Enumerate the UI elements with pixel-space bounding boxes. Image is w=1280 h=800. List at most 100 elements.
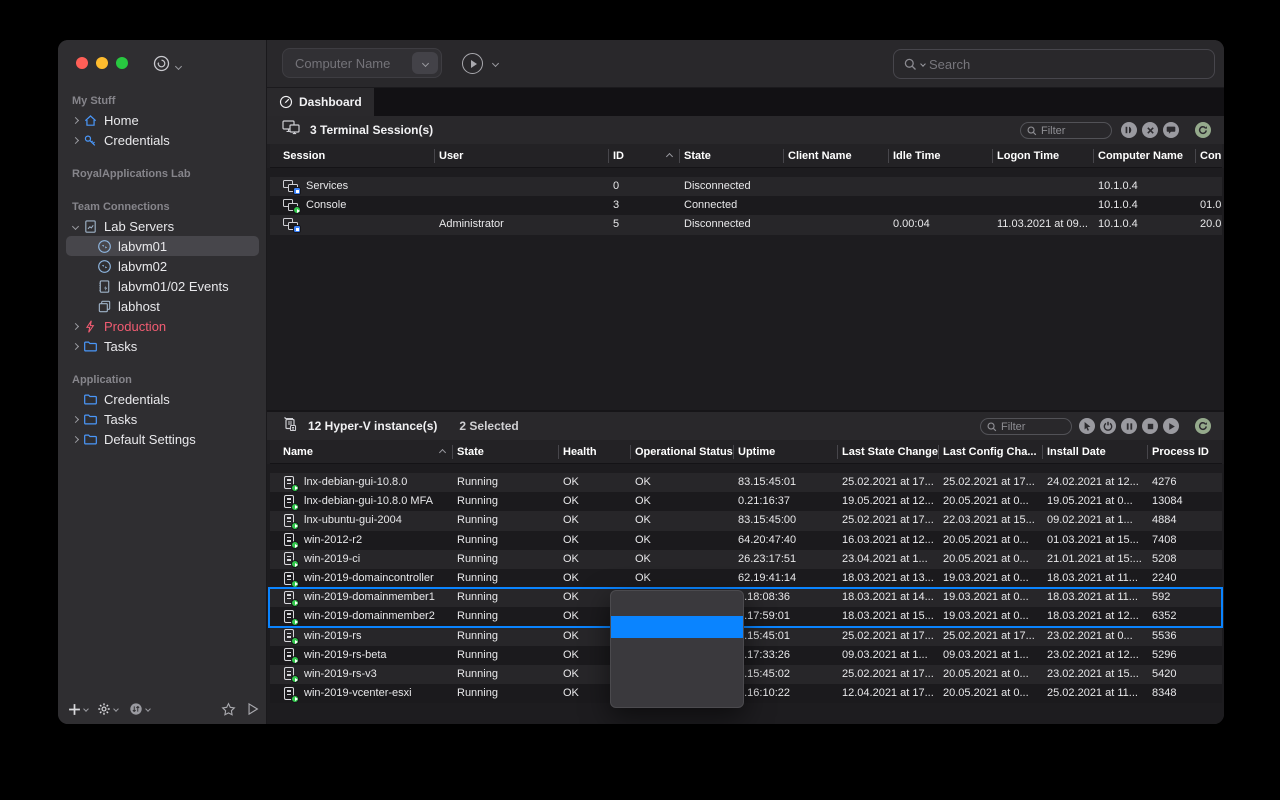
- column-header-user[interactable]: User: [434, 144, 608, 167]
- zoom-window-button[interactable]: [116, 57, 128, 69]
- tab-dashboard[interactable]: Dashboard: [267, 88, 374, 116]
- vm-icon: [283, 610, 296, 624]
- minimize-window-button[interactable]: [96, 57, 108, 69]
- hyperv-instance-row[interactable]: win-2019-rs-v3 Running OK OK 3.15:45:02 …: [270, 665, 1222, 684]
- context-menu-item[interactable]: [611, 660, 743, 682]
- column-header-logon-time[interactable]: Logon Time: [992, 144, 1093, 167]
- column-header-name[interactable]: Name: [270, 440, 452, 463]
- terminal-session-icon: [283, 218, 298, 231]
- sidebar-item-credentials[interactable]: Credentials: [58, 130, 266, 150]
- close-window-button[interactable]: [76, 57, 88, 69]
- context-menu-item[interactable]: [611, 594, 743, 616]
- sidebar-item-app-credentials[interactable]: Credentials: [58, 389, 266, 409]
- context-menu-item[interactable]: [611, 638, 743, 660]
- hyperv-instance-row[interactable]: win-2019-domainmember1 Running OK OK 2.1…: [270, 588, 1222, 607]
- hyperv-instance-row[interactable]: win-2019-domaincontroller Running OK OK …: [270, 569, 1222, 588]
- column-header-state[interactable]: State: [679, 144, 783, 167]
- send-message-button[interactable]: [1163, 122, 1179, 138]
- search-field[interactable]: [893, 49, 1215, 79]
- column-header-last-state-change[interactable]: Last State Change: [837, 440, 938, 463]
- hyperv-filter-field[interactable]: [980, 418, 1072, 435]
- column-header-install-date[interactable]: Install Date: [1042, 440, 1147, 463]
- sidebar-item-labhost[interactable]: labhost: [66, 296, 259, 316]
- folder-icon: [82, 431, 98, 447]
- sidebar-item-labvm-events[interactable]: labvm01/02 Events: [66, 276, 259, 296]
- column-header-process-id[interactable]: Process ID: [1147, 440, 1222, 463]
- chevron-down-icon: [145, 706, 151, 712]
- sidebar-item-app-tasks[interactable]: Tasks: [58, 409, 266, 429]
- chevron-right-icon[interactable]: [71, 116, 78, 123]
- tab-bar: Dashboard: [267, 88, 1224, 116]
- hyperv-instance-row[interactable]: win-2012-r2 Running OK OK 64.20:47:40 16…: [270, 531, 1222, 550]
- terminal-session-row[interactable]: Services 0 Disconnected 10.1.0.4: [270, 177, 1222, 196]
- hyperv-instance-row[interactable]: win-2019-rs Running OK OK 3.15:45:01 25.…: [270, 627, 1222, 646]
- pause-button[interactable]: [1121, 418, 1137, 434]
- column-header-state[interactable]: State: [452, 440, 558, 463]
- chevron-right-icon[interactable]: [71, 435, 78, 442]
- hyperv-table-body: lnx-debian-gui-10.8.0 Running OK OK 83.1…: [267, 464, 1224, 724]
- add-button[interactable]: [68, 703, 88, 716]
- computer-name-field[interactable]: [282, 48, 442, 78]
- sidebar-item-tasks[interactable]: Tasks: [58, 336, 266, 356]
- hyperv-instance-row[interactable]: win-2019-rs-beta Running OK OK 1.17:33:2…: [270, 646, 1222, 665]
- logoff-session-button[interactable]: [1121, 122, 1137, 138]
- sidebar-item-labvm01[interactable]: labvm01: [66, 236, 259, 256]
- favorites-button[interactable]: [221, 702, 236, 717]
- sort-options-button[interactable]: [129, 702, 150, 716]
- hyperv-icon: [282, 416, 298, 437]
- column-header-client-name[interactable]: Client Name: [783, 144, 888, 167]
- hyperv-instance-row[interactable]: lnx-ubuntu-gui-2004 Running OK OK 83.15:…: [270, 511, 1222, 530]
- chevron-right-icon[interactable]: [71, 415, 78, 422]
- connect-button[interactable]: [246, 702, 260, 716]
- hyperv-instance-row[interactable]: win-2019-domainmember2 Running OK OK 2.1…: [270, 607, 1222, 626]
- start-button[interactable]: [1163, 418, 1179, 434]
- vm-state-badge: [291, 599, 299, 607]
- column-header-uptime[interactable]: Uptime: [733, 440, 837, 463]
- search-input[interactable]: [929, 57, 1214, 72]
- context-menu-item[interactable]: [611, 682, 743, 704]
- column-header-session[interactable]: Session: [270, 144, 434, 167]
- stop-button[interactable]: [1142, 418, 1158, 434]
- hyperv-filter-input[interactable]: [1001, 421, 1071, 433]
- column-header-health[interactable]: Health: [558, 440, 630, 463]
- chevron-right-icon[interactable]: [71, 322, 78, 329]
- sidebar-item-lab-servers[interactable]: Lab Servers: [58, 216, 266, 236]
- sidebar-item-default-settings[interactable]: Default Settings: [58, 429, 266, 449]
- computer-name-dropdown-button[interactable]: [412, 52, 438, 74]
- search-icon: [1027, 126, 1037, 136]
- column-header-last-config-change[interactable]: Last Config Cha...: [938, 440, 1042, 463]
- hyperv-instance-row[interactable]: win-2019-ci Running OK OK 26.23:17:51 23…: [270, 550, 1222, 569]
- column-header-conn[interactable]: Conn: [1195, 144, 1222, 167]
- window-controls: [76, 57, 128, 69]
- chevron-down-icon[interactable]: [492, 60, 499, 67]
- connect-play-button[interactable]: [462, 53, 483, 74]
- chevron-right-icon[interactable]: [71, 342, 78, 349]
- settings-button[interactable]: [97, 702, 118, 716]
- column-header-id[interactable]: ID: [608, 144, 679, 167]
- chevron-down-icon[interactable]: [920, 61, 926, 67]
- terminal-filter-input[interactable]: [1041, 125, 1111, 137]
- connection-action-button[interactable]: [153, 55, 181, 77]
- hyperv-instance-row[interactable]: lnx-debian-gui-10.8.0 MFA Running OK OK …: [270, 492, 1222, 511]
- refresh-button[interactable]: [1195, 418, 1211, 434]
- terminal-session-row[interactable]: Administrator 5 Disconnected 0.00:04 11.…: [270, 215, 1222, 234]
- column-header-computer-name[interactable]: Computer Name: [1093, 144, 1195, 167]
- column-header-operational-status[interactable]: Operational Status: [630, 440, 733, 463]
- chevron-down-icon[interactable]: [71, 222, 78, 229]
- refresh-button[interactable]: [1195, 122, 1211, 138]
- terminal-session-row[interactable]: Console 3 Connected 10.1.0.4 01.03: [270, 196, 1222, 215]
- hyperv-instance-row[interactable]: lnx-debian-gui-10.8.0 Running OK OK 83.1…: [270, 473, 1222, 492]
- sidebar-item-production[interactable]: Production: [58, 316, 266, 336]
- vm-state-badge: [291, 580, 299, 588]
- terminal-filter-field[interactable]: [1020, 122, 1112, 139]
- sidebar-item-home[interactable]: Home: [58, 110, 266, 130]
- shutdown-button[interactable]: [1100, 418, 1116, 434]
- sidebar-item-labvm02[interactable]: labvm02: [66, 256, 259, 276]
- disconnect-session-button[interactable]: [1142, 122, 1158, 138]
- column-header-idle-time[interactable]: Idle Time: [888, 144, 992, 167]
- hyperv-instance-row[interactable]: win-2019-vcenter-esxi Running OK OK 7.16…: [270, 684, 1222, 703]
- vm-state-badge: [291, 656, 299, 664]
- context-menu-item[interactable]: [611, 616, 743, 638]
- chevron-right-icon[interactable]: [71, 136, 78, 143]
- connect-instance-button[interactable]: [1079, 418, 1095, 434]
